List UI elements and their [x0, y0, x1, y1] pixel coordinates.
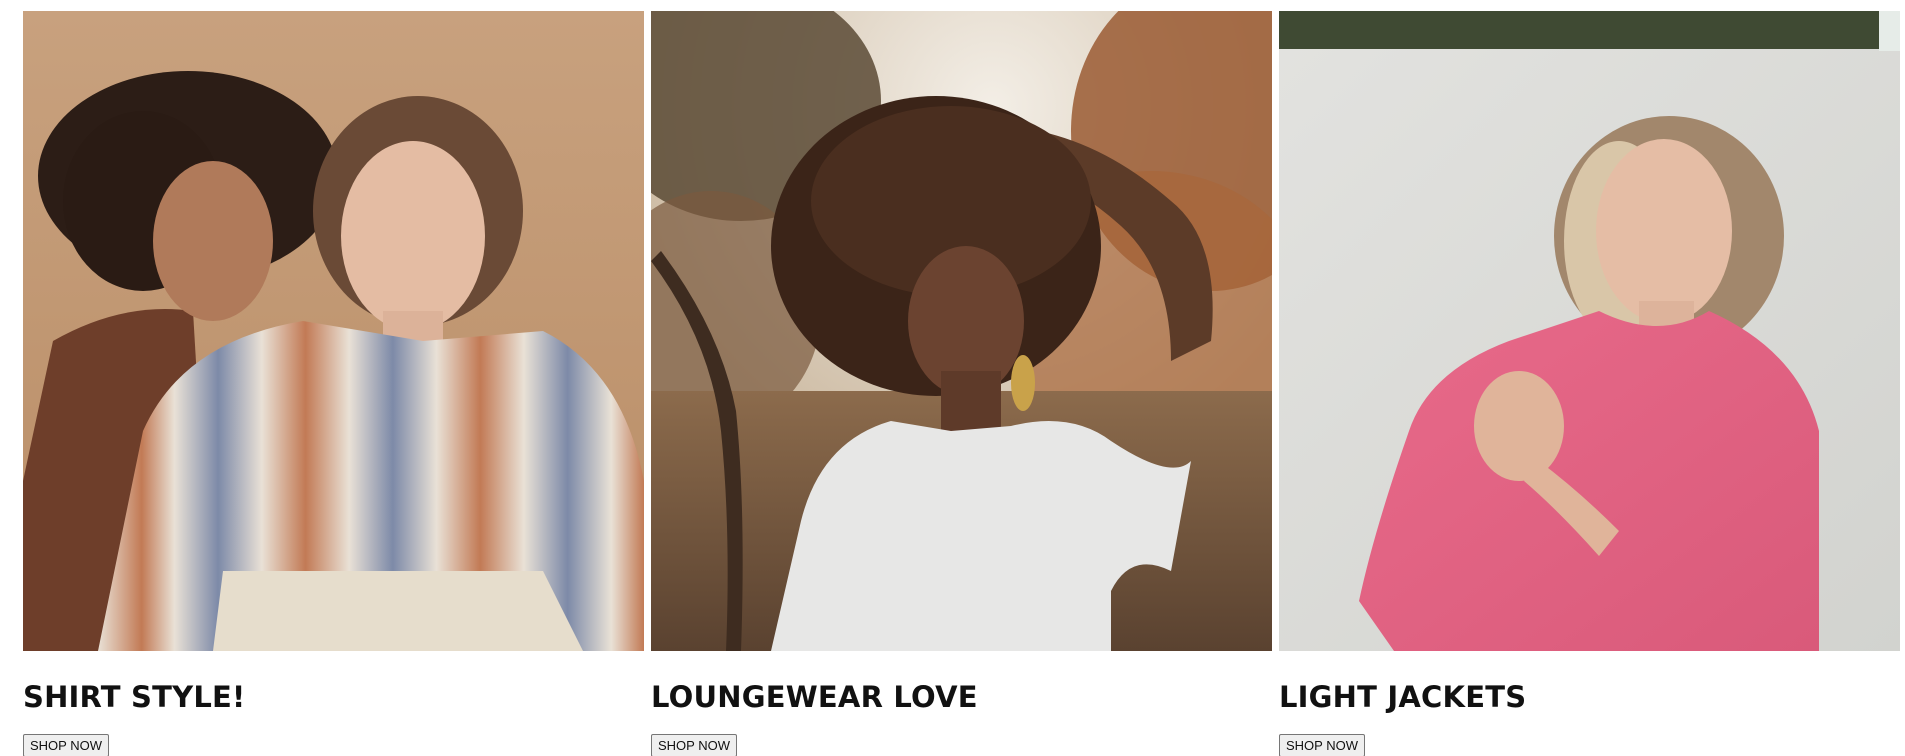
category-title: LIGHT JACKETS: [1279, 680, 1527, 714]
category-title: SHIRT STYLE!: [23, 680, 246, 714]
category-title: LOUNGEWEAR LOVE: [651, 680, 978, 714]
category-card-shirt-style: SHIRT STYLE! SHOP NOW: [23, 11, 644, 756]
category-card-loungewear-love: LOUNGEWEAR LOVE SHOP NOW: [651, 11, 1272, 756]
shop-now-button[interactable]: SHOP NOW: [651, 734, 737, 756]
shop-now-button[interactable]: SHOP NOW: [1279, 734, 1365, 756]
woman-pink-jacket-photo[interactable]: [1279, 11, 1900, 651]
woman-white-tee-autumn-leaves-photo[interactable]: [651, 11, 1272, 651]
category-card-light-jackets: LIGHT JACKETS SHOP NOW: [1279, 11, 1900, 756]
shop-now-button[interactable]: SHOP NOW: [23, 734, 109, 756]
category-grid: SHIRT STYLE! SHOP NOW LOUNGEWEAR LOVE SH…: [23, 11, 1900, 756]
two-women-striped-shirt-photo[interactable]: [23, 11, 644, 651]
